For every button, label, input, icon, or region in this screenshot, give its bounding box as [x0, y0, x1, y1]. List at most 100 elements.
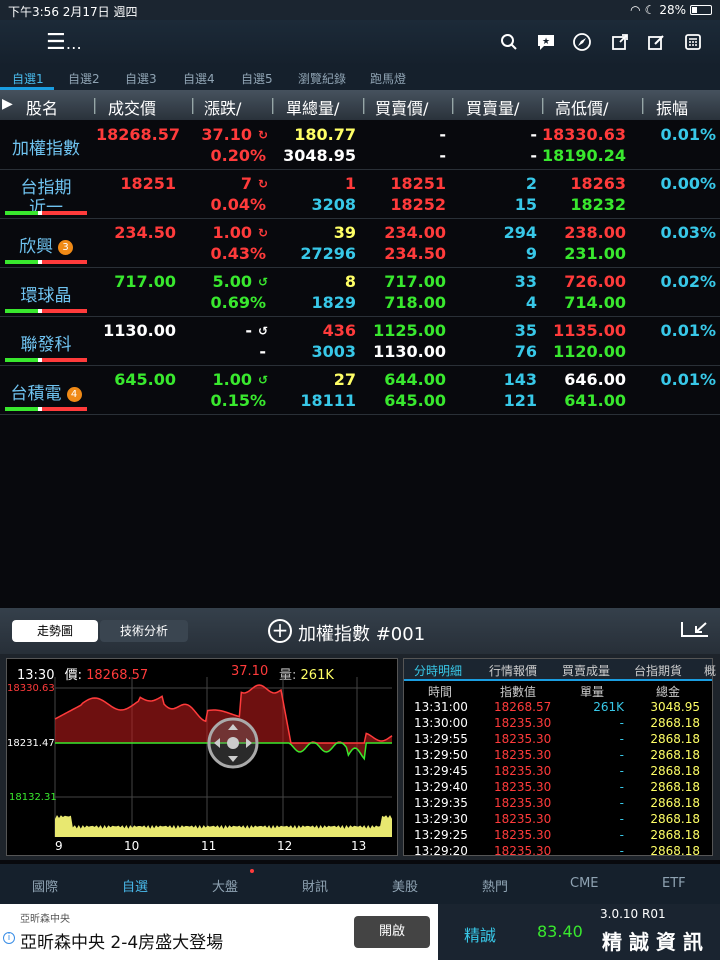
col-price[interactable]: 成交價	[108, 95, 156, 119]
quote-row[interactable]: 台指期 近一 18251 7 ↻ 0.04% 1 3208 18251 18252 2 15 18263…	[0, 171, 720, 219]
compass-icon[interactable]	[571, 32, 593, 52]
nav-news[interactable]: 財訊	[302, 876, 328, 895]
col-name[interactable]: 股名	[26, 95, 58, 119]
tab-watchlist-2[interactable]: 自選2	[68, 70, 100, 87]
tick-amount: 2868.18	[650, 796, 700, 810]
ad-info-icon[interactable]: i	[3, 932, 15, 944]
menu-icon[interactable]: ☰…	[46, 30, 82, 55]
tick-amount: 2868.18	[650, 764, 700, 778]
pan-control-icon[interactable]	[207, 717, 259, 769]
wifi-icon: ◠	[630, 3, 641, 17]
low-price: 18232	[570, 195, 626, 214]
tab-watchlist-4[interactable]: 自選4	[183, 70, 215, 87]
tick-time: 13:29:35	[414, 796, 468, 810]
quote-row[interactable]: 台積電 4 645.00 1.00 ↺ 0.15% 27 18111 644.00 645.00 1…	[0, 367, 720, 415]
quote-row[interactable]: 聯發科 1130.00- ↺ -436 3003 1125.00 1130.00 35 76 11…	[0, 318, 720, 366]
tick-amount: 2868.18	[650, 780, 700, 794]
col-bid-ask-qty[interactable]: 買賣量/	[466, 95, 519, 119]
add-icon[interactable]: +	[268, 619, 292, 643]
tab-ticker[interactable]: 跑馬燈	[370, 70, 406, 87]
low-price: 1120.00	[553, 342, 626, 361]
watchlist-tabs: 自選1 自選2 自選3 自選4 自選5 瀏覽紀錄 跑馬燈	[0, 66, 720, 90]
single-volume: 27	[333, 370, 356, 389]
search-icon[interactable]	[498, 32, 520, 52]
col-amplitude[interactable]: 振幅	[656, 95, 688, 119]
tick-volume: -	[619, 764, 624, 778]
tab-tick-detail[interactable]: 分時明細	[414, 662, 462, 679]
chat-star-icon[interactable]: ★	[535, 32, 557, 52]
amplitude: 0.01%	[660, 370, 716, 389]
x-tick: 10	[124, 839, 140, 853]
nav-hot[interactable]: 熱門	[482, 876, 508, 895]
tick-time: 13:29:40	[414, 780, 468, 794]
tab-watchlist-3[interactable]: 自選3	[125, 70, 157, 87]
battery-icon	[690, 5, 712, 15]
quote-row[interactable]: 加權指數 18268.57 37.10 ↻ 0.20% 180.77 3048.95 - - - -…	[0, 122, 720, 170]
tick-volume: -	[619, 812, 624, 826]
high-price: 18263	[570, 174, 626, 193]
quote-ticker: 精誠 83.40 3.0.10 R01 精 誠 資 訊	[438, 904, 720, 960]
low-price: 18190.24	[541, 146, 626, 165]
quote-row[interactable]: 欣興 3 234.50 1.00 ↻ 0.43% 39 27296 234.00 234.50 29…	[0, 220, 720, 268]
ask-price: 234.50	[384, 244, 446, 263]
ask-qty: -	[530, 146, 537, 165]
col-bid-ask[interactable]: 買賣價/	[375, 95, 428, 119]
nav-international[interactable]: 國際	[32, 876, 58, 895]
trend-chart[interactable]: 13:30 價: 18268.57 37.10 量: 261K 18330.63…	[6, 658, 398, 856]
bid-qty: 143	[503, 370, 537, 389]
col-high-low[interactable]: 高低價/	[555, 95, 608, 119]
tab-overview[interactable]: 概	[704, 662, 716, 679]
bid-price: 644.00	[384, 370, 446, 389]
ask-price: 18252	[390, 195, 446, 214]
share-icon[interactable]	[609, 32, 631, 52]
quote-row[interactable]: 環球晶 717.00 5.00 ↺ 0.69% 8 1829 717.00 718.00 33 4 7…	[0, 269, 720, 317]
col-lot-volume: 單量	[580, 685, 605, 699]
tab-technical-analysis[interactable]: 技術分析	[100, 620, 188, 642]
nav-market[interactable]: 大盤	[212, 876, 238, 895]
tab-watchlist-5[interactable]: 自選5	[241, 70, 273, 87]
table-row: 13:29:35 18235.30 - 2868.18	[404, 795, 712, 811]
amplitude: 0.02%	[660, 272, 716, 291]
total-volume: 3003	[311, 342, 356, 361]
ask-price: 645.00	[384, 391, 446, 410]
tab-history[interactable]: 瀏覽紀錄	[298, 70, 346, 87]
moon-icon: ☾	[644, 3, 656, 17]
tick-volume: -	[619, 796, 624, 810]
change-percent: 0.04%	[210, 195, 266, 214]
high-price: 18330.63	[541, 125, 626, 144]
tab-watchlist-1[interactable]: 自選1	[12, 70, 44, 87]
collapse-icon[interactable]	[680, 620, 710, 642]
table-row: 13:29:20 18235.30 - 2868.18	[404, 843, 712, 859]
col-volume[interactable]: 單總量/	[286, 95, 339, 119]
tab-trend-chart[interactable]: 走勢圖	[12, 620, 98, 642]
amplitude: 0.03%	[660, 223, 716, 242]
nav-cme[interactable]: CME	[570, 876, 599, 891]
tab-trade-volume[interactable]: 買賣成量	[562, 662, 610, 679]
column-header: ▶ 股名 成交價 漲跌/ 單總量/ 買賣價/ 買賣量/ 高低價/ 振幅 | | …	[0, 90, 720, 120]
trend-icon: ↺	[257, 324, 268, 338]
ad-banner[interactable]: 亞昕森中央 i 亞昕森中央 2-4房盛大登場 開啟	[0, 904, 438, 960]
nav-watchlist[interactable]: 自選	[122, 876, 148, 895]
calculator-icon[interactable]	[682, 32, 704, 52]
tick-volume: 261K	[593, 700, 624, 714]
tab-quote[interactable]: 行情報價	[489, 662, 537, 679]
price-range-bar	[5, 407, 87, 411]
tick-volume: -	[619, 780, 624, 794]
col-change[interactable]: 漲跌/	[204, 95, 241, 119]
y-high-label: 18330.63	[7, 683, 55, 694]
edit-icon[interactable]	[645, 32, 667, 52]
last-price: 717.00	[114, 272, 176, 291]
total-volume: 1829	[311, 293, 356, 312]
tick-index: 18235.30	[494, 796, 552, 810]
ask-qty: 76	[514, 342, 537, 361]
alert-badge: 3	[58, 240, 73, 255]
y-low-label: 18132.31	[9, 792, 57, 803]
nav-etf[interactable]: ETF	[662, 876, 686, 891]
volume-area	[55, 815, 392, 837]
last-price: 1130.00	[103, 321, 176, 340]
status-time: 下午3:56 2月17日 週四	[8, 5, 138, 19]
nav-us-stocks[interactable]: 美股	[392, 876, 418, 895]
expand-arrow-icon[interactable]: ▶	[2, 96, 13, 112]
ad-open-button[interactable]: 開啟	[354, 916, 430, 948]
tab-index-futures[interactable]: 台指期貨	[634, 662, 682, 679]
